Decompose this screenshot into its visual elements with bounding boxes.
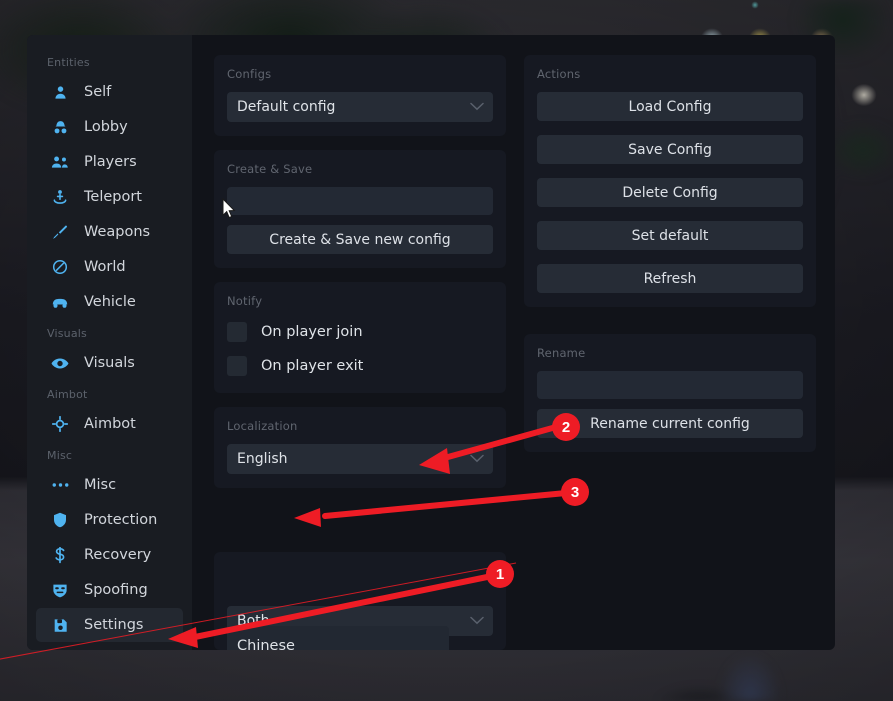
sidebar-item-lobby[interactable]: Lobby bbox=[36, 110, 183, 144]
sidebar-item-recovery[interactable]: Recovery bbox=[36, 538, 183, 572]
sidebar-item-label: Lobby bbox=[84, 119, 128, 135]
mask-icon bbox=[49, 581, 71, 599]
save-config-button[interactable]: Save Config bbox=[537, 135, 803, 164]
detective-hat-icon bbox=[49, 118, 71, 136]
config-select-value: Default config bbox=[237, 99, 336, 115]
sidebar-item-aimbot[interactable]: Aimbot bbox=[36, 407, 183, 441]
sidebar-item-protection[interactable]: Protection bbox=[36, 503, 183, 537]
sidebar-item-label: Spoofing bbox=[84, 582, 148, 598]
sidebar-item-label: Weapons bbox=[84, 224, 151, 240]
sidebar-group-label-aimbot: Aimbot bbox=[47, 388, 88, 401]
on-player-exit-card: On player exit Both Chinese English bbox=[214, 552, 506, 650]
globe-icon bbox=[49, 258, 71, 276]
sidebar-item-label: Self bbox=[84, 84, 112, 100]
notify-on-player-exit-checkbox[interactable] bbox=[227, 356, 247, 376]
sidebar-group-label-visuals: Visuals bbox=[47, 327, 87, 340]
sidebar-item-visuals[interactable]: Visuals bbox=[36, 346, 183, 380]
sidebar-item-label: Teleport bbox=[84, 189, 142, 205]
chevron-down-icon bbox=[470, 451, 484, 467]
localization-option-chinese[interactable]: Chinese bbox=[227, 632, 449, 651]
delete-config-button[interactable]: Delete Config bbox=[537, 178, 803, 207]
rename-config-input[interactable] bbox=[537, 371, 803, 399]
sidebar-item-settings[interactable]: Settings bbox=[36, 608, 183, 642]
chevron-down-icon bbox=[470, 99, 484, 115]
annotation-badge-2: 2 bbox=[552, 413, 580, 441]
eye-icon bbox=[49, 354, 71, 372]
sidebar-group-label-entities: Entities bbox=[47, 56, 90, 69]
sidebar-item-misc[interactable]: Misc bbox=[36, 468, 183, 502]
notify-on-player-join-row[interactable]: On player join bbox=[227, 319, 493, 345]
configs-card-title: Configs bbox=[227, 67, 272, 81]
sidebar-item-label: Vehicle bbox=[84, 294, 136, 310]
cheat-menu-window: Entities Self Lobby Players Teleport Wea… bbox=[27, 35, 835, 650]
sidebar-item-label: World bbox=[84, 259, 126, 275]
new-config-name-input[interactable] bbox=[227, 187, 493, 215]
config-select[interactable]: Default config bbox=[227, 92, 493, 122]
people-icon bbox=[49, 153, 71, 171]
refresh-button[interactable]: Refresh bbox=[537, 264, 803, 293]
sidebar-group-label-misc: Misc bbox=[47, 449, 73, 462]
rename-card-title: Rename bbox=[537, 346, 586, 360]
notify-on-player-join-checkbox[interactable] bbox=[227, 322, 247, 342]
sidebar-item-vehicle[interactable]: Vehicle bbox=[36, 285, 183, 319]
sidebar: Entities Self Lobby Players Teleport Wea… bbox=[27, 35, 192, 650]
create-save-card-title: Create & Save bbox=[227, 162, 313, 176]
sidebar-item-label: Visuals bbox=[84, 355, 135, 371]
actions-card: Actions Load Config Save Config Delete C… bbox=[524, 55, 816, 307]
sidebar-item-label: Misc bbox=[84, 477, 117, 493]
notify-on-player-exit-row[interactable]: On player exit bbox=[227, 353, 493, 379]
localization-select[interactable]: English bbox=[227, 444, 493, 474]
sidebar-item-label: Protection bbox=[84, 512, 158, 528]
mouse-cursor bbox=[222, 197, 236, 223]
crosshair-icon bbox=[49, 415, 71, 433]
middle-column: Configs Default config Create & Save Cre… bbox=[214, 55, 506, 650]
dollar-icon bbox=[49, 546, 71, 564]
knife-icon bbox=[49, 223, 71, 241]
sidebar-item-label: Players bbox=[84, 154, 137, 170]
sidebar-item-spoofing[interactable]: Spoofing bbox=[36, 573, 183, 607]
localization-dropdown-list[interactable]: Chinese English bbox=[227, 626, 449, 650]
notify-on-player-exit-label: On player exit bbox=[261, 358, 364, 374]
annotation-badge-3: 3 bbox=[561, 478, 589, 506]
notify-card: Notify On player join On player exit bbox=[214, 282, 506, 393]
floppy-disk-icon bbox=[49, 616, 71, 634]
right-column: Actions Load Config Save Config Delete C… bbox=[524, 55, 816, 630]
notify-card-title: Notify bbox=[227, 294, 263, 308]
person-icon bbox=[49, 83, 71, 101]
localization-card: Localization English bbox=[214, 407, 506, 488]
sidebar-item-label: Settings bbox=[84, 617, 144, 633]
load-config-button[interactable]: Load Config bbox=[537, 92, 803, 121]
car-icon bbox=[49, 293, 71, 311]
chevron-down-icon bbox=[470, 613, 484, 629]
sidebar-item-world[interactable]: World bbox=[36, 250, 183, 284]
set-default-button[interactable]: Set default bbox=[537, 221, 803, 250]
teleport-icon bbox=[49, 188, 71, 206]
annotation-badge-1: 1 bbox=[486, 560, 514, 588]
sidebar-item-players[interactable]: Players bbox=[36, 145, 183, 179]
actions-card-title: Actions bbox=[537, 67, 581, 81]
sidebar-item-weapons[interactable]: Weapons bbox=[36, 215, 183, 249]
sidebar-item-teleport[interactable]: Teleport bbox=[36, 180, 183, 214]
create-save-card: Create & Save Create & Save new config bbox=[214, 150, 506, 268]
create-save-new-config-button[interactable]: Create & Save new config bbox=[227, 225, 493, 254]
shield-icon bbox=[49, 511, 71, 529]
localization-select-value: English bbox=[237, 451, 288, 467]
notify-on-player-join-label: On player join bbox=[261, 324, 363, 340]
sidebar-item-self[interactable]: Self bbox=[36, 75, 183, 109]
configs-card: Configs Default config bbox=[214, 55, 506, 136]
sidebar-item-label: Recovery bbox=[84, 547, 152, 563]
sidebar-item-label: Aimbot bbox=[84, 416, 136, 432]
settings-content: Configs Default config Create & Save Cre… bbox=[192, 35, 835, 650]
ellipsis-icon bbox=[49, 476, 71, 494]
localization-card-title: Localization bbox=[227, 419, 298, 433]
